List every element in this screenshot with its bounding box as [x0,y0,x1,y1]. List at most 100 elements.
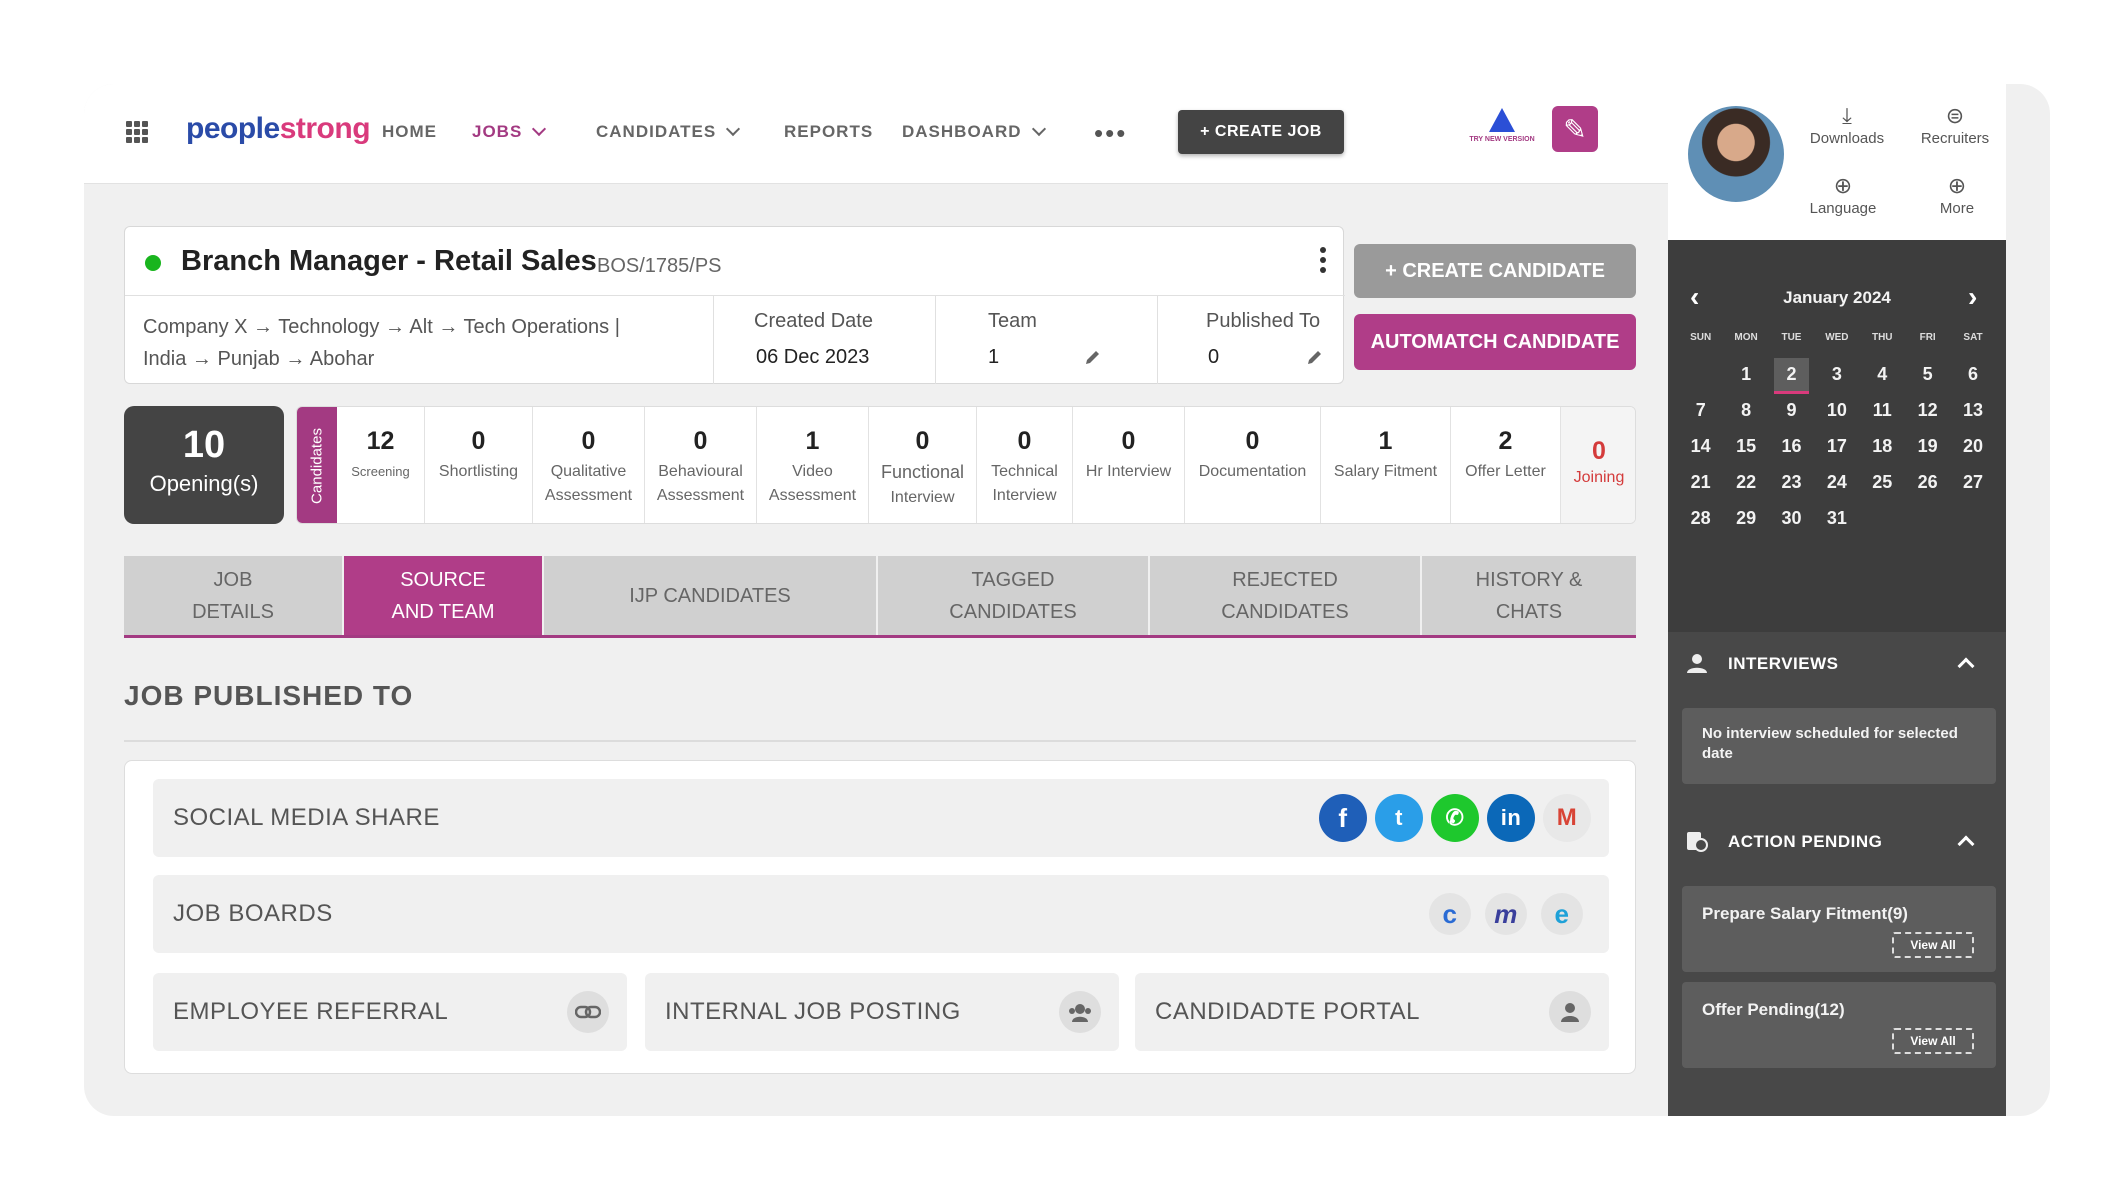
tab-ijp-candidates[interactable]: IJP CANDIDATES [544,556,878,635]
chevron-up-icon[interactable] [1957,657,1975,675]
gmail-icon[interactable]: M [1543,794,1591,842]
stage-count: 0 [915,427,930,455]
stage-label: Shortlisting [438,463,519,480]
tab-job-details[interactable]: JOB DETAILS [124,556,344,635]
calendar-day[interactable]: 30 [1769,502,1814,538]
action-pending-item[interactable]: Prepare Salary Fitment(9) View All [1682,886,1996,972]
employee-referral-row[interactable]: EMPLOYEE REFERRAL [153,973,627,1051]
language-button[interactable]: ⊕ Language [1788,174,1898,218]
calendar-day[interactable]: 16 [1769,430,1814,466]
more-button[interactable]: ⊕ More [1902,174,2012,218]
calendar-day[interactable]: 5 [1905,358,1950,394]
calendar-day[interactable]: 27 [1950,466,1995,502]
stage-offer-letter[interactable]: 2 Offer Letter [1451,407,1561,523]
chevron-right-icon[interactable]: › [1968,283,1977,311]
calendar-day[interactable]: 12 [1905,394,1950,430]
downloads-button[interactable]: ⤓ Downloads [1792,104,1902,148]
interviews-empty-message: No interview scheduled for selected date [1702,725,1958,762]
chevron-up-icon[interactable] [1957,835,1975,853]
nav-dashboard[interactable]: DASHBOARD [902,121,1046,142]
stage-salary-fitment[interactable]: 1 Salary Fitment [1321,407,1451,523]
stage-technical-interview[interactable]: 0 Technical Interview [977,407,1073,523]
calendar-day-selected[interactable]: 2 [1773,358,1810,394]
calendar-day[interactable]: 31 [1814,502,1859,538]
calendar-day[interactable]: 10 [1814,394,1859,430]
action-pending-header[interactable]: ACTION PENDING [1668,810,2006,874]
tab-history-and-chats[interactable]: HISTORY & CHATS [1422,556,1636,635]
action-pending-item[interactable]: Offer Pending(12) View All [1682,982,1996,1068]
calendar-day[interactable]: 11 [1860,394,1905,430]
calendar-day[interactable]: 28 [1678,502,1723,538]
stage-functional-interview[interactable]: 0 Functional Interview [869,407,977,523]
pencil-icon[interactable] [1084,348,1102,366]
publish-channels-card: SOCIAL MEDIA SHARE f t ✆ in M JOB BOARDS… [124,760,1636,1074]
nav-candidates[interactable]: CANDIDATES [596,121,741,142]
calendar-day[interactable]: 21 [1678,466,1723,502]
nav-reports[interactable]: REPORTS [784,122,873,142]
link-icon[interactable] [567,991,609,1033]
calendar-day[interactable]: 9 [1769,394,1814,430]
try-new-version-button[interactable]: TRY NEW VERSION [1464,108,1540,152]
kebab-menu-icon[interactable] [1320,247,1326,277]
nav-jobs[interactable]: JOBS [472,121,547,142]
stage-shortlisting[interactable]: 0 Shortlisting [425,407,533,523]
stage-documentation[interactable]: 0 Documentation [1185,407,1321,523]
tab-tagged-candidates[interactable]: TAGGED CANDIDATES [878,556,1150,635]
calendar-day[interactable]: 14 [1678,430,1723,466]
tab-source-and-team[interactable]: SOURCE AND TEAM [344,556,544,635]
calendar-day[interactable]: 19 [1905,430,1950,466]
stage-qualitative-assessment[interactable]: 0 Qualitative Assessment [533,407,645,523]
internal-job-posting-row[interactable]: INTERNAL JOB POSTING [645,973,1119,1051]
more-menu-icon[interactable]: ••• [1094,118,1127,149]
whatsapp-icon[interactable]: ✆ [1431,794,1479,842]
facebook-icon[interactable]: f [1319,794,1367,842]
stage-label-line: Behavioural [658,463,743,480]
calendar-day[interactable]: 20 [1950,430,1995,466]
calendar-day[interactable]: 1 [1723,358,1768,394]
calendar-day[interactable]: 26 [1905,466,1950,502]
view-all-button[interactable]: View All [1892,1028,1974,1054]
calendar-day[interactable]: 17 [1814,430,1859,466]
stage-screening[interactable]: 12 Screening [337,407,425,523]
view-all-button[interactable]: View All [1892,932,1974,958]
avatar[interactable] [1686,104,1786,204]
calendar-day[interactable]: 6 [1950,358,1995,394]
stage-hr-interview[interactable]: 0 Hr Interview [1073,407,1185,523]
create-job-button[interactable]: + CREATE JOB [1178,110,1344,154]
calendar-day[interactable]: 3 [1814,358,1859,394]
nav-home[interactable]: HOME [382,122,437,142]
calendar-day[interactable]: 7 [1678,394,1723,430]
person-icon[interactable] [1549,991,1591,1033]
calendar-day[interactable]: 4 [1860,358,1905,394]
stage-behavioural-assessment[interactable]: 0 Behavioural Assessment [645,407,757,523]
peoplestrong-logo[interactable]: peoplestrong [186,112,371,146]
calendar-day[interactable]: 18 [1860,430,1905,466]
create-candidate-button[interactable]: + CREATE CANDIDATE [1354,244,1636,298]
recruiters-button[interactable]: ⊜ Recruiters [1900,104,2010,148]
stage-label-line: Functional [880,462,965,482]
interviews-header[interactable]: INTERVIEWS [1668,632,2006,696]
pencil-icon[interactable] [1306,348,1324,366]
board-c-icon[interactable]: c [1429,893,1471,935]
linkedin-icon[interactable]: in [1487,794,1535,842]
calendar-day[interactable]: 25 [1860,466,1905,502]
calendar-day[interactable]: 24 [1814,466,1859,502]
tab-label-line: HISTORY & [1475,568,1583,591]
calendar-day[interactable]: 8 [1723,394,1768,430]
automatch-candidate-button[interactable]: AUTOMATCH CANDIDATE [1354,314,1636,370]
feedback-edit-icon[interactable]: ✎ [1552,106,1598,152]
twitter-icon[interactable]: t [1375,794,1423,842]
candidate-portal-row[interactable]: CANDIDADTE PORTAL [1135,973,1609,1051]
board-m-icon[interactable]: m [1485,893,1527,935]
stage-joining[interactable]: 0 Joining [1561,407,1635,523]
calendar-day[interactable]: 23 [1769,466,1814,502]
app-grid-icon[interactable] [126,121,148,143]
team-group-icon[interactable] [1059,991,1101,1033]
board-e-icon[interactable]: e [1541,893,1583,935]
tab-rejected-candidates[interactable]: REJECTED CANDIDATES [1150,556,1422,635]
calendar-day[interactable]: 13 [1950,394,1995,430]
stage-video-assessment[interactable]: 1 Video Assessment [757,407,869,523]
calendar-day[interactable]: 22 [1723,466,1768,502]
calendar-day[interactable]: 15 [1723,430,1768,466]
calendar-day[interactable]: 29 [1723,502,1768,538]
